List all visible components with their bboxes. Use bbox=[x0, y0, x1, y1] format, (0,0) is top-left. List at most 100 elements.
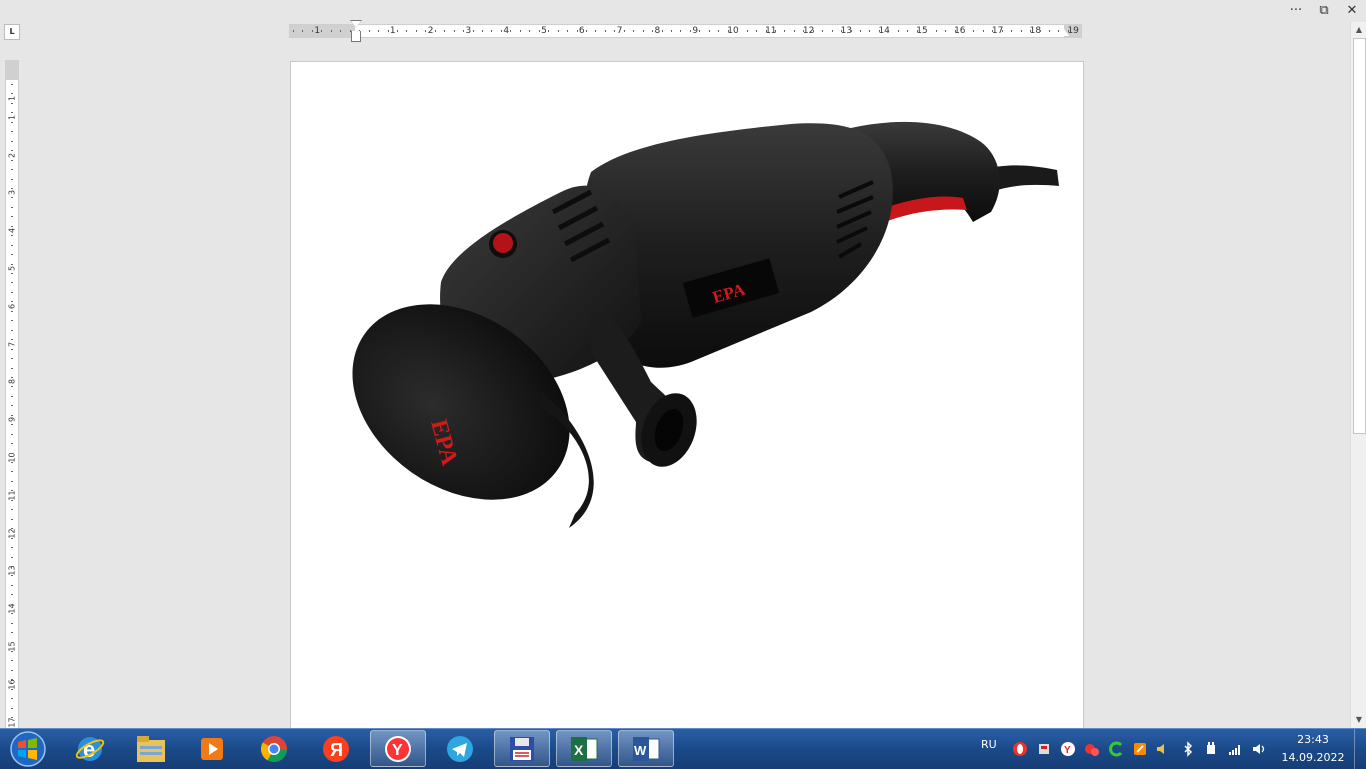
ruler-tick bbox=[11, 235, 13, 237]
ruler-tick bbox=[604, 30, 606, 32]
ruler-number: 5 bbox=[541, 26, 547, 36]
ruler-tick bbox=[11, 121, 13, 123]
ruler-tick bbox=[463, 30, 465, 32]
ruler-tick bbox=[11, 452, 13, 454]
ruler-tick bbox=[11, 528, 13, 530]
clock[interactable]: 23:43 14.09.2022 bbox=[1278, 731, 1348, 767]
ruler-tick bbox=[11, 509, 13, 511]
ruler-tick bbox=[11, 329, 13, 331]
ruler-tick bbox=[368, 30, 370, 32]
ruler-tick bbox=[11, 556, 13, 558]
ruler-tick bbox=[11, 273, 13, 274]
speaker-tray-icon[interactable] bbox=[1155, 741, 1171, 757]
angle-grinder-image[interactable]: EPA EPA bbox=[291, 62, 1083, 742]
ruler-tick bbox=[652, 30, 654, 32]
ruler-tick bbox=[916, 30, 918, 32]
language-indicator[interactable]: RU bbox=[981, 738, 997, 751]
telegram-icon[interactable] bbox=[432, 730, 488, 767]
vertical-ruler[interactable]: 1 1 2 3 4 5 6 7 8 9 10 11 12 13 14 15 16 17 bbox=[5, 60, 19, 728]
start-button[interactable] bbox=[4, 730, 48, 768]
svg-text:Y: Y bbox=[392, 742, 403, 759]
excel-icon[interactable]: X bbox=[556, 730, 612, 767]
restore-button[interactable]: ⧉ bbox=[1310, 0, 1338, 20]
ruler-tick bbox=[11, 386, 13, 388]
ruler-tick bbox=[11, 291, 13, 293]
show-desktop-button[interactable] bbox=[1354, 729, 1366, 769]
ruler-tick bbox=[11, 140, 13, 142]
ruler-tick bbox=[425, 30, 427, 32]
network-signal-icon[interactable] bbox=[1227, 741, 1243, 757]
scroll-up-icon[interactable]: ▲ bbox=[1351, 22, 1366, 38]
ruler-tick bbox=[633, 30, 635, 32]
ruler-tick bbox=[576, 30, 578, 32]
ruler-tick bbox=[803, 30, 805, 32]
ruler-tick bbox=[406, 30, 408, 32]
ruler-tick bbox=[689, 30, 691, 32]
ruler-tick bbox=[538, 30, 540, 32]
yandex-tray-icon[interactable]: Y bbox=[1060, 741, 1076, 757]
ruler-tick bbox=[992, 30, 994, 32]
ruler-tick bbox=[945, 30, 947, 32]
ruler-tick bbox=[11, 651, 13, 652]
ruler-tick bbox=[11, 197, 13, 199]
scroll-down-icon[interactable]: ▼ bbox=[1351, 712, 1366, 728]
opera-tray-icon[interactable] bbox=[1012, 741, 1028, 757]
orange-app-tray-icon[interactable] bbox=[1132, 741, 1148, 757]
ruler-tick bbox=[11, 462, 13, 463]
ruler-tick bbox=[11, 187, 13, 189]
ruler-tick bbox=[11, 471, 13, 473]
ruler-tick bbox=[11, 320, 13, 322]
yandex-browser-icon[interactable]: Y bbox=[370, 730, 426, 767]
ruler-tick bbox=[784, 30, 786, 32]
ruler-tick bbox=[878, 30, 880, 32]
scrollbar-thumb[interactable] bbox=[1353, 38, 1366, 434]
ruler-tick bbox=[11, 518, 13, 520]
file-explorer-icon[interactable] bbox=[123, 730, 179, 767]
ruler-number: 1 bbox=[314, 26, 321, 36]
ruler-tick bbox=[11, 93, 13, 95]
ruler-tick bbox=[340, 30, 342, 32]
left-indent-marker[interactable] bbox=[351, 31, 361, 42]
ruler-tick bbox=[11, 424, 13, 426]
ruler-tick bbox=[11, 358, 13, 360]
green-app-tray-icon[interactable] bbox=[1108, 741, 1124, 757]
document-page[interactable]: EPA EPA bbox=[290, 61, 1084, 743]
ruler-tick bbox=[529, 30, 531, 32]
ruler-tick bbox=[699, 30, 701, 32]
ruler-tick bbox=[737, 30, 739, 32]
tab-stop-selector[interactable]: L bbox=[4, 24, 20, 40]
ruler-tick bbox=[11, 254, 13, 256]
notification-tray-icon[interactable] bbox=[1084, 741, 1100, 757]
volume-icon[interactable] bbox=[1251, 741, 1267, 757]
save-floppy-icon[interactable] bbox=[494, 730, 550, 767]
vertical-scrollbar[interactable]: ▲ ▼ bbox=[1350, 22, 1366, 728]
more-options-icon[interactable]: ··· bbox=[1282, 0, 1310, 20]
horizontal-ruler[interactable]: 1 1 2 3 4 5 6 7 8 9 10 11 12 13 14 15 16 17 18 19 bbox=[289, 24, 1082, 38]
ruler-tick bbox=[11, 405, 13, 407]
ruler-tick bbox=[11, 641, 13, 643]
word-icon[interactable]: W bbox=[618, 730, 674, 767]
ruler-tick bbox=[718, 30, 720, 32]
ruler-tick bbox=[860, 30, 861, 32]
chrome-icon[interactable] bbox=[246, 730, 302, 767]
right-indent-marker[interactable] bbox=[1059, 29, 1069, 36]
ruler-tick bbox=[11, 244, 13, 246]
ruler-tick bbox=[11, 263, 13, 265]
ruler-number: 9 bbox=[692, 26, 699, 36]
close-button[interactable]: ✕ bbox=[1338, 0, 1366, 20]
power-plug-icon[interactable] bbox=[1203, 741, 1219, 757]
media-player-icon[interactable] bbox=[184, 730, 240, 767]
svg-text:X: X bbox=[574, 742, 584, 758]
device-tray-icon[interactable] bbox=[1036, 741, 1052, 757]
ruler-tick bbox=[11, 480, 13, 482]
ruler-tick bbox=[11, 575, 13, 577]
ruler-tick bbox=[11, 669, 13, 671]
internet-explorer-icon[interactable]: e bbox=[62, 730, 118, 767]
ruler-tick bbox=[831, 30, 833, 32]
ruler-tick bbox=[982, 30, 984, 32]
ruler-tick bbox=[954, 30, 956, 32]
yandex-icon[interactable]: Я bbox=[308, 730, 364, 767]
bluetooth-icon[interactable] bbox=[1180, 741, 1196, 757]
ruler-tick bbox=[11, 102, 13, 104]
ruler-tick bbox=[321, 30, 323, 32]
